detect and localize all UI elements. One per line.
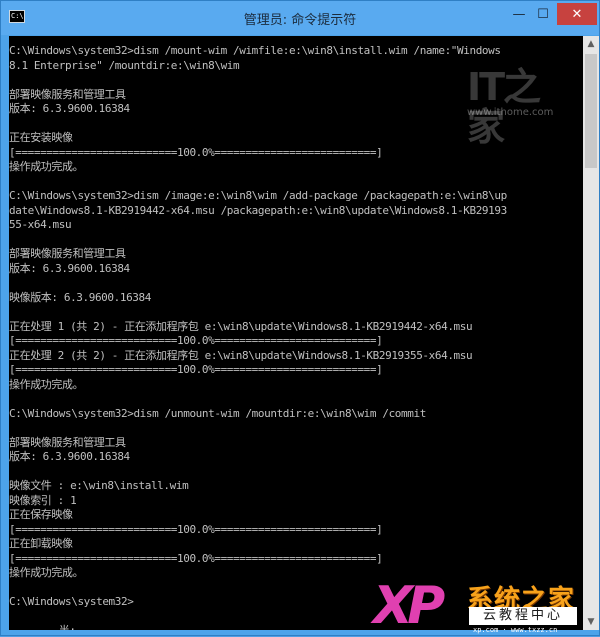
scrollbar-thumb[interactable] <box>585 54 597 168</box>
ithome-url: www.ithome.com <box>467 107 554 118</box>
console-line: [==========================100.0%=======… <box>9 363 383 376</box>
console-line: 正在卸载映像 <box>9 537 73 550</box>
console-line: date\Windows8.1-KB2919442-x64.msu /packa… <box>9 203 507 217</box>
maximize-button[interactable]: ☐ <box>531 3 555 25</box>
console-line: C:\Windows\system32>dism /unmount-wim /m… <box>9 406 426 420</box>
xp-subtitle: 云教程中心 <box>469 607 577 625</box>
vertical-scrollbar[interactable]: ▲ ▼ <box>583 36 599 630</box>
console-line: 正在处理 2 (共 2) - 正在添加程序包 e:\win8\update\Wi… <box>9 348 473 362</box>
scroll-up-icon[interactable]: ▲ <box>583 36 599 52</box>
title-bar[interactable]: C:\ 管理员: 命令提示符 — ☐ ✕ <box>1 1 599 35</box>
console-line: [==========================100.0%=======… <box>9 522 383 536</box>
console-line: 版本: 6.3.9600.16384 <box>9 261 130 275</box>
close-button[interactable]: ✕ <box>557 3 597 25</box>
ithome-watermark: IT之家 www.ithome.com <box>467 67 567 147</box>
console-line: C:\Windows\system32>dism /mount-wim /wim… <box>9 44 501 57</box>
xp-url: xp.com · www.txzz.cn <box>473 626 558 634</box>
console-line: 版本: 6.3.9600.16384 <box>9 450 130 463</box>
xp-watermark: XP 系统之家 云教程中心 xp.com · www.txzz.cn <box>373 577 600 637</box>
console-line: 操作成功完成。 <box>9 160 84 173</box>
console-line: C:\Windows\system32>dism /image:e:\win8\… <box>9 189 507 202</box>
console-line: 操作成功完成。 <box>9 377 84 391</box>
xp-logo: XP <box>373 576 445 636</box>
console-line: 映像文件 : e:\win8\install.wim <box>9 479 189 492</box>
minimize-button[interactable]: — <box>507 3 531 25</box>
console-line: 部署映像服务和管理工具 <box>9 435 126 449</box>
console-line: 部署映像服务和管理工具 <box>9 247 126 260</box>
console-line: 映像索引 : 1 <box>9 493 77 507</box>
console-line: [==========================100.0%=======… <box>9 551 383 565</box>
console-line: 正在保存映像 <box>9 508 73 521</box>
console-line: 正在处理 1 (共 2) - 正在添加程序包 e:\win8\update\Wi… <box>9 319 473 333</box>
console-line: 55-x64.msu <box>9 218 72 231</box>
console-line: 映像版本: 6.3.9600.16384 <box>9 290 151 304</box>
console-line: [==========================100.0%=======… <box>9 334 383 347</box>
command-prompt-window: C:\ 管理员: 命令提示符 — ☐ ✕ C:\Windows\system32… <box>0 0 600 636</box>
